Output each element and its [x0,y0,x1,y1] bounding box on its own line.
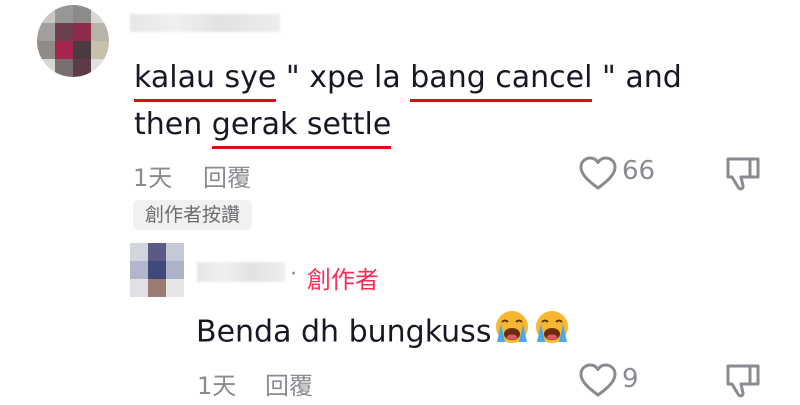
reply-avatar[interactable] [130,243,184,297]
comment-segment-underlined: gerak settle [211,104,391,149]
comment-timestamp: 1天 [133,164,173,192]
comment-text-line-2: then gerak settle [134,104,391,149]
reply-reply-button[interactable]: 回覆 [265,366,313,401]
commenter-avatar[interactable] [37,5,109,77]
reply-text-content: Benda dh bungkuss [196,314,492,350]
comment-segment-underlined: kalau sye [134,57,277,102]
comment-like-count: 66 [622,156,656,186]
like-heart-icon[interactable] [578,155,618,191]
comment-reply-button[interactable]: 回覆 [203,158,251,193]
dislike-icon[interactable] [724,362,764,400]
reply-username-redacted[interactable] [197,262,285,282]
loudly-crying-face-icon [533,308,571,358]
loudly-crying-face-icon [493,308,531,358]
comment-segment: then [134,107,212,142]
comment-segment: " xpe la [276,60,411,95]
separator-dot: · [290,262,297,287]
comment-segment: " and [592,60,682,95]
creator-liked-badge: 創作者按讚 [133,200,253,230]
reply-text: Benda dh bungkuss [196,308,571,358]
reply-timestamp: 1天 [197,372,237,400]
like-heart-icon[interactable] [578,362,618,398]
dislike-icon[interactable] [724,155,764,193]
commenter-username-redacted[interactable] [130,14,280,32]
creator-tag: 創作者 [307,266,379,294]
comment-text-line-1: kalau sye " xpe la bang cancel " and [134,57,682,102]
comment-segment-underlined: bang cancel [410,57,593,102]
reply-like-count: 9 [622,364,639,394]
